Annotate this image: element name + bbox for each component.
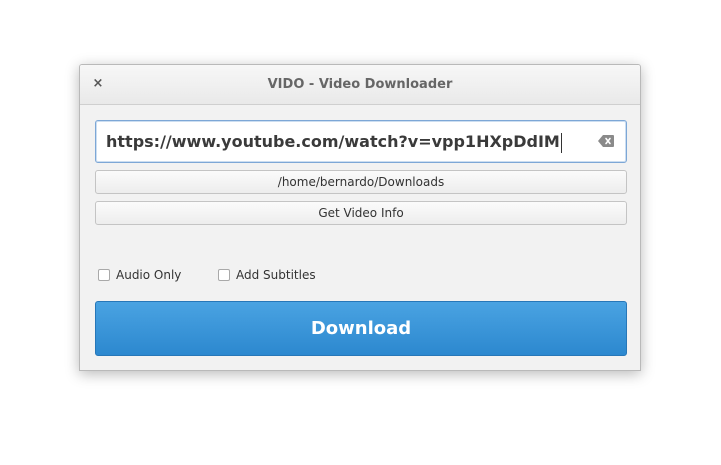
url-input-value[interactable]: https://www.youtube.com/watch?v=vpp1HXpD… xyxy=(106,121,562,162)
download-button[interactable]: Download xyxy=(95,301,627,356)
add-subtitles-label: Add Subtitles xyxy=(236,268,316,282)
text-cursor xyxy=(560,132,562,153)
add-subtitles-option[interactable]: Add Subtitles xyxy=(218,266,316,284)
add-subtitles-checkbox[interactable] xyxy=(218,269,230,281)
url-input[interactable]: https://www.youtube.com/watch?v=vpp1HXpD… xyxy=(95,120,627,163)
titlebar: × VIDO - Video Downloader xyxy=(80,65,640,105)
window-title: VIDO - Video Downloader xyxy=(267,77,453,92)
backspace-clear-icon[interactable] xyxy=(598,135,614,147)
audio-only-option[interactable]: Audio Only xyxy=(98,266,181,284)
download-folder-button[interactable]: /home/bernardo/Downloads xyxy=(95,170,627,194)
audio-only-label: Audio Only xyxy=(116,268,182,282)
get-video-info-button[interactable]: Get Video Info xyxy=(95,201,627,225)
desktop: × VIDO - Video Downloader https://www.yo… xyxy=(0,0,721,465)
app-window: × VIDO - Video Downloader https://www.yo… xyxy=(79,64,641,371)
audio-only-checkbox[interactable] xyxy=(98,269,110,281)
